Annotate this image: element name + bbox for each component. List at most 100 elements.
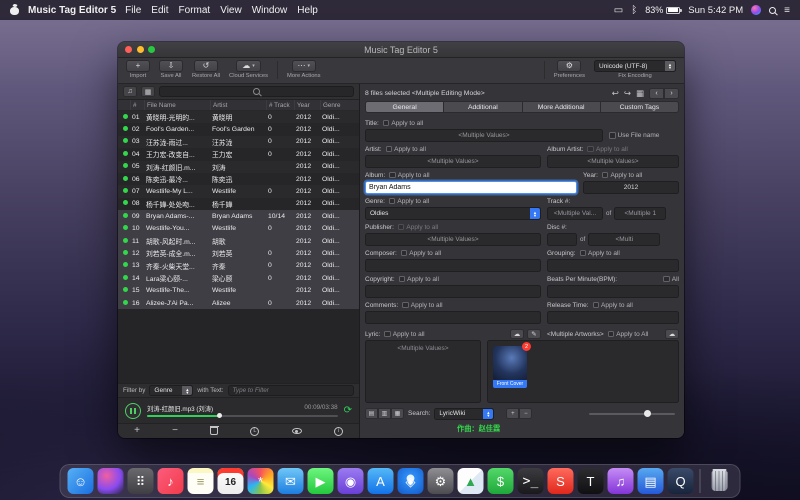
dock-icon-shazam[interactable]: S [548, 468, 574, 494]
track-number-input[interactable] [547, 207, 603, 220]
publisher-apply-checkbox[interactable]: Apply to all [398, 224, 438, 231]
bluetooth-icon[interactable]: ᛒ [631, 5, 637, 16]
apple-menu-icon[interactable] [10, 5, 19, 15]
table-row[interactable]: 16Alizee-J'Ai Pa...Alizee02012Oldi... [118, 297, 359, 309]
dock-icon-finder[interactable]: ☺ [68, 468, 94, 494]
lyric-view-split-icon[interactable]: ▥ [378, 408, 391, 419]
composer-apply-checkbox[interactable]: Apply to all [401, 250, 441, 257]
battery-indicator[interactable]: 83% [645, 5, 680, 15]
disc-total-input[interactable] [588, 233, 660, 246]
edit-lyric-pencil-icon[interactable]: ✎ [527, 329, 541, 339]
library-view-icon[interactable]: ♫ [123, 86, 137, 97]
player-progress-bar[interactable] [147, 415, 338, 418]
filter-genre-dropdown[interactable]: Genre▲▼ [149, 385, 193, 396]
save-all-tool[interactable]: ⇩Save All [159, 60, 183, 79]
dock-icon-app-store[interactable]: A [368, 468, 394, 494]
notification-center-icon[interactable]: ≡ [784, 5, 790, 16]
table-row[interactable]: 11胡歌-风起时.m...胡歌2012Oldi... [118, 235, 359, 247]
trash-button[interactable] [210, 427, 218, 435]
lyric-apply-checkbox[interactable]: Apply to all [384, 331, 424, 338]
dock-icon-podcasts[interactable]: ♫ [608, 468, 634, 494]
table-row[interactable]: 06陈奕迅-最冷...陈奕迅2012Oldi... [118, 173, 359, 185]
dock-icon-photos[interactable]: * [248, 468, 274, 494]
release-time-input[interactable] [547, 311, 679, 324]
player-progress-knob[interactable] [217, 413, 222, 418]
grid-view-icon[interactable]: ▦ [141, 86, 155, 97]
add-artwork-button[interactable]: + [506, 408, 519, 419]
minimize-button[interactable] [137, 46, 144, 53]
lyric-textarea[interactable]: <Multiple Values> [365, 340, 481, 403]
dock-icon-calendar[interactable]: 16 [218, 468, 244, 494]
year-column-header[interactable]: Year [294, 100, 320, 110]
gear-icon[interactable]: ⚙ [557, 60, 581, 72]
spotlight-icon[interactable] [769, 7, 776, 14]
use-file-name-checkbox[interactable]: Use File name [609, 132, 659, 139]
artist-apply-checkbox[interactable]: Apply to all [386, 146, 426, 153]
grouping-input[interactable] [547, 259, 679, 272]
status-column-header[interactable] [118, 100, 130, 110]
table-row[interactable]: 13齐秦-火柴天堂...齐秦02012Oldi... [118, 260, 359, 272]
dock-icon-books[interactable]: ▤ [638, 468, 664, 494]
dock-icon-music[interactable]: ♪ [158, 468, 184, 494]
copy-tags-icon[interactable]: ▦ [636, 88, 644, 99]
menu-format[interactable]: Format [179, 5, 211, 16]
menu-window[interactable]: Window [252, 5, 288, 16]
release-apply-checkbox[interactable]: Apply to all [593, 302, 633, 309]
restore-all-tool[interactable]: ↺Restore All [192, 60, 220, 79]
table-row[interactable]: 05刘涛-红颜旧.m...刘涛2012Oldi... [118, 161, 359, 173]
dock-icon-photo-booth[interactable]: ◉ [338, 468, 364, 494]
table-row[interactable]: 10Westlife-You...Westlife02012Oldi... [118, 223, 359, 235]
copyright-input[interactable] [365, 285, 541, 298]
download-artwork-cloud-icon[interactable]: ☁ [665, 329, 679, 339]
table-row[interactable]: 01黄晓明-光明的...黄晓明02012Oldi... [118, 111, 359, 123]
composer-input[interactable] [365, 259, 541, 272]
table-row[interactable]: 02Fool's Garden...Fool's Garden02012Oldi… [118, 123, 359, 135]
table-header[interactable]: # File Name Artist # Track Year Genre [118, 100, 359, 111]
table-row[interactable]: 15Westlife-The...Westlife2012Oldi... [118, 284, 359, 296]
add-file-button[interactable]: + [134, 426, 140, 436]
lyric-view-grid-icon[interactable]: ▦ [391, 408, 404, 419]
close-button[interactable] [125, 46, 132, 53]
table-row[interactable]: 08杨千嬅-处处吻...杨千嬅2012Oldi... [118, 198, 359, 210]
download-lyric-cloud-icon[interactable]: ☁ [510, 329, 524, 339]
artworks-apply-checkbox[interactable]: Apply to All [608, 331, 649, 338]
dock-icon-quicktime[interactable]: Q [668, 468, 694, 494]
table-row[interactable]: 14Lara梁心颐-...梁心颐02012Oldi... [118, 272, 359, 284]
remove-artwork-button[interactable]: − [519, 408, 532, 419]
preview-eye-button[interactable] [292, 428, 302, 435]
filter-text-input[interactable] [228, 385, 354, 396]
table-row[interactable]: 04王力宏-改变自...王力宏02012Oldi... [118, 148, 359, 160]
album-artist-apply-checkbox[interactable]: Apply to all [587, 146, 627, 153]
dock-icon-mail[interactable]: ✉ [278, 468, 304, 494]
dock-icon-safari[interactable]: ◈ [398, 468, 424, 494]
slider-knob[interactable] [644, 410, 651, 417]
dock-icon-terminal[interactable]: >_ [518, 468, 544, 494]
lyric-search-engine-dropdown[interactable]: LyricWiki▲▼ [434, 408, 494, 420]
more-actions-tool[interactable]: ⋯▾More Actions [287, 60, 321, 79]
grouping-apply-checkbox[interactable]: Apply to all [580, 250, 620, 257]
artwork-area[interactable]: 2 Front Cover [487, 340, 679, 403]
comments-apply-checkbox[interactable]: Apply to all [402, 302, 442, 309]
menu-help[interactable]: Help [297, 5, 318, 16]
lyrics-toggle-button[interactable]: L [250, 427, 259, 436]
album-artist-input[interactable] [547, 155, 679, 168]
bpm-input[interactable] [547, 285, 679, 298]
info-button[interactable]: i [334, 427, 343, 436]
menu-bar-clock[interactable]: Sun 5:42 PM [688, 5, 743, 16]
artwork-size-slider[interactable] [589, 413, 675, 415]
dock-icon-textual[interactable]: T [578, 468, 604, 494]
dock-icon-numbers[interactable]: $ [488, 468, 514, 494]
album-apply-checkbox[interactable]: Apply to all [389, 172, 429, 179]
tab-general[interactable]: General [366, 102, 443, 112]
tab-more-additional[interactable]: More Additional [522, 102, 600, 112]
remove-file-button[interactable]: − [172, 426, 178, 436]
zoom-button[interactable] [148, 46, 155, 53]
track-total-input[interactable] [614, 207, 666, 220]
menu-app-name[interactable]: Music Tag Editor 5 [28, 5, 116, 16]
repeat-icon[interactable]: ⟳ [344, 405, 352, 416]
encoding-dropdown[interactable]: Unicode (UTF-8)▲▼ [594, 60, 676, 72]
import-tool[interactable]: +Import [126, 60, 150, 79]
bpm-all-checkbox[interactable]: All [663, 276, 679, 283]
more-actions-icon[interactable]: ⋯▾ [292, 60, 317, 72]
undo-icon[interactable]: ↩ [612, 88, 619, 99]
